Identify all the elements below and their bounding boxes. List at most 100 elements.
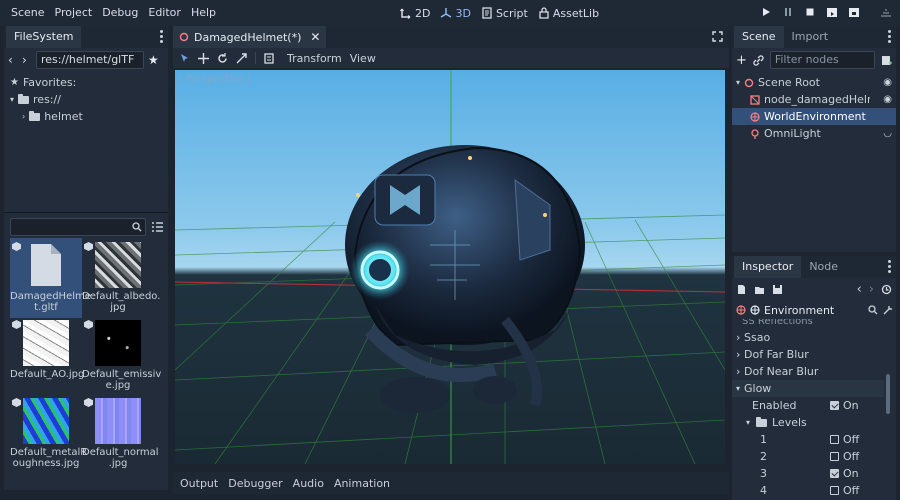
script-add-icon[interactable] [881, 55, 893, 66]
file-damagedhelmet[interactable]: DamagedHelme t.gltf [10, 242, 91, 313]
stop-button[interactable] [802, 4, 818, 20]
enabled-checkbox[interactable] [830, 401, 839, 410]
link-icon[interactable] [753, 54, 764, 66]
view-menu[interactable]: View [350, 52, 376, 65]
3d-icon [441, 8, 452, 18]
history-forward-icon[interactable]: › [869, 282, 874, 297]
search-icon[interactable] [868, 305, 878, 315]
perspective-label[interactable]: [ Perspective ] [179, 74, 251, 85]
tab-animation[interactable]: Animation [334, 477, 390, 490]
file-search-input[interactable] [10, 218, 146, 236]
mode-assetlib-button[interactable]: AssetLib [538, 7, 599, 20]
inspected-object-label[interactable]: Environment [764, 304, 834, 317]
menu-debug[interactable]: Debug [97, 0, 143, 26]
node-worldenvironment[interactable]: WorldEnvironment [732, 108, 896, 125]
property-list: › Ssao › Dof Far Blur › Dof Near Blur ▾ Glow… [732, 329, 896, 499]
tab-output[interactable]: Output [180, 477, 218, 490]
favorite-star-icon[interactable]: ★ [148, 53, 159, 67]
visibility-light-icon[interactable]: ◡ [883, 125, 892, 142]
section-ssao[interactable]: › Ssao [736, 329, 880, 346]
transform-menu[interactable]: Transform [287, 52, 342, 65]
file-albedo[interactable]: Default_albedo. jpg [82, 242, 160, 313]
helmet-folder-item[interactable]: › helmet [10, 108, 162, 125]
section-dof-far-blur[interactable]: › Dof Far Blur [736, 346, 880, 363]
mode-2d-button[interactable]: 2D [400, 7, 430, 20]
tab-debugger[interactable]: Debugger [228, 477, 282, 490]
collapse-arrow-icon: ▾ [746, 418, 751, 427]
signal-icon [881, 9, 891, 17]
play-scene-button[interactable] [824, 4, 840, 20]
node-damagedhelmet[interactable]: node_damagedHelmet_- ◉ [736, 91, 892, 108]
split-divider[interactable] [4, 212, 168, 213]
tab-scene[interactable]: Scene [734, 26, 784, 48]
list-select-icon[interactable] [264, 52, 275, 64]
level-value: Off [843, 484, 860, 497]
section-dof-near-blur[interactable]: › Dof Near Blur [736, 363, 880, 380]
forward-icon[interactable]: › [22, 53, 32, 67]
image-resource-icon [84, 398, 93, 407]
group-levels[interactable]: ▾ Levels [736, 414, 880, 431]
level-2-checkbox[interactable] [830, 452, 839, 461]
property-label: Enabled [752, 399, 797, 412]
section-glow[interactable]: ▾ Glow [732, 380, 884, 397]
distraction-free-icon[interactable] [712, 31, 723, 42]
3d-viewport[interactable]: [ Perspective ] [175, 70, 725, 464]
tab-node[interactable]: Node [801, 256, 846, 278]
tools-icon[interactable] [882, 305, 892, 315]
scale-tool-icon[interactable] [236, 52, 247, 64]
tab-inspector[interactable]: Inspector [734, 256, 802, 278]
select-tool-icon[interactable] [179, 53, 190, 64]
add-node-icon[interactable]: + [736, 53, 747, 68]
level-value: Off [843, 433, 860, 446]
file-normal[interactable]: Default_normal .jpg [82, 398, 159, 469]
file-metalroughness[interactable]: Default_metalR oughness.jpg [10, 398, 87, 469]
level-3-checkbox[interactable] [830, 469, 839, 478]
inspector-menu-icon[interactable] [888, 260, 892, 273]
tab-audio[interactable]: Audio [293, 477, 324, 490]
level-2: 2 Off [736, 448, 880, 465]
rotate-tool-icon[interactable] [217, 52, 228, 64]
mode-3d-button[interactable]: 3D [440, 7, 471, 20]
metalroughness-thumbnail [23, 398, 69, 444]
play-custom-scene-button[interactable] [846, 4, 862, 20]
scene-dock: Scene Import + Filter nodes ▾ Scene Root… [732, 26, 896, 252]
file-ao[interactable]: Default_AO.jpg [10, 320, 84, 380]
menu-editor[interactable]: Editor [143, 0, 186, 26]
tab-filesystem[interactable]: FileSystem [6, 26, 82, 48]
node-scene-root[interactable]: ▾ Scene Root ◉ [736, 74, 892, 91]
open-folder-icon[interactable] [754, 284, 765, 295]
menu-bar: Scene Project Debug Editor Help 2D 3D Sc… [0, 0, 900, 26]
file-thumbnail [23, 242, 69, 288]
scene-menu-icon[interactable] [888, 30, 892, 43]
new-resource-icon[interactable] [736, 284, 747, 295]
res-root-item[interactable]: ▾ res:// [10, 91, 162, 108]
list-view-icon[interactable] [152, 222, 163, 232]
pause-button[interactable] [780, 4, 796, 20]
close-icon[interactable]: ✕ [310, 30, 320, 44]
mode-script-button[interactable]: Script [481, 7, 528, 20]
level-4-checkbox[interactable] [830, 486, 839, 495]
play-button[interactable] [758, 4, 774, 20]
inspector-scrollbar[interactable] [886, 374, 890, 414]
tab-damagedhelmet[interactable]: DamagedHelmet(*) ✕ [173, 26, 327, 48]
visibility-eye-icon[interactable]: ◉ [883, 91, 892, 108]
move-tool-icon[interactable] [198, 52, 209, 64]
node-omnilight[interactable]: OmniLight ◡ [736, 125, 892, 142]
menu-scene[interactable]: Scene [6, 0, 50, 26]
remote-debug-button[interactable] [878, 4, 894, 20]
level-1-checkbox[interactable] [830, 435, 839, 444]
visibility-eye-icon[interactable]: ◉ [883, 74, 892, 91]
node-label: OmniLight [764, 127, 821, 140]
file-emissive[interactable]: Default_emissiv e.jpg [82, 320, 161, 391]
save-icon[interactable] [772, 284, 783, 295]
favorites-item[interactable]: ★ Favorites: [10, 74, 162, 91]
history-back-icon[interactable]: ‹ [857, 282, 862, 297]
history-icon[interactable] [881, 284, 892, 295]
filesystem-menu-icon[interactable] [160, 30, 164, 43]
path-input[interactable]: res://helmet/glTF [36, 51, 144, 69]
filter-nodes-input[interactable]: Filter nodes [769, 51, 876, 69]
tab-import[interactable]: Import [784, 26, 837, 48]
menu-help[interactable]: Help [186, 0, 221, 26]
menu-project[interactable]: Project [50, 0, 98, 26]
back-icon[interactable]: ‹ [8, 53, 18, 67]
